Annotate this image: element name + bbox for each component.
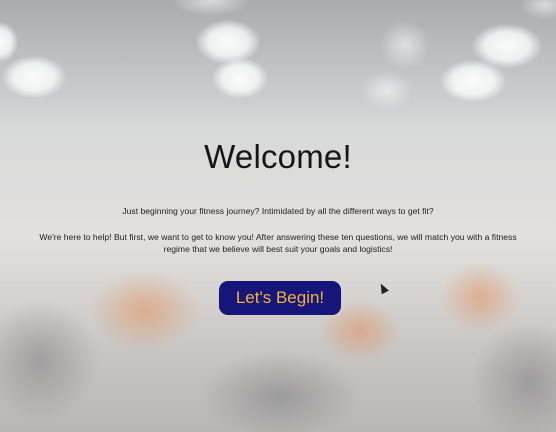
welcome-page: Welcome! Just beginning your fitness jou… xyxy=(0,0,556,432)
page-title: Welcome! xyxy=(204,138,352,175)
welcome-content: Welcome! Just beginning your fitness jou… xyxy=(0,0,556,432)
lets-begin-button[interactable]: Let's Begin! xyxy=(219,281,341,315)
intro-text: Just beginning your fitness journey? Int… xyxy=(122,206,434,216)
description-text: We're here to help! But first, we want t… xyxy=(39,232,517,254)
